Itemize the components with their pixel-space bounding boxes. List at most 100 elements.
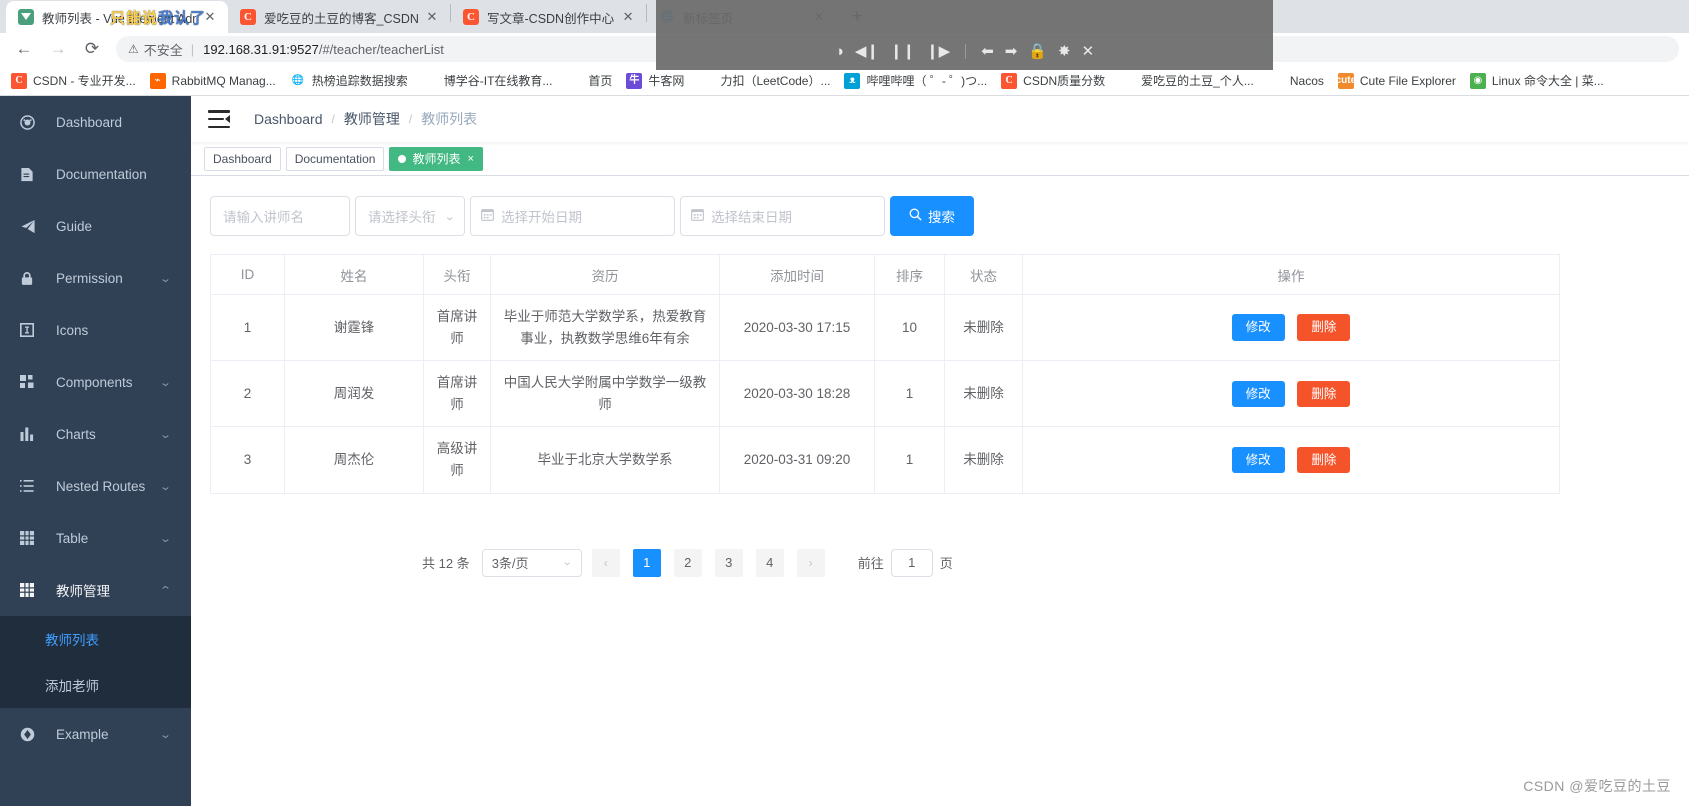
bookmark-label: RabbitMQ Manag... [171, 73, 276, 88]
sidebar-item-documentation[interactable]: Documentation [0, 148, 191, 200]
breadcrumb: Dashboard / 教师管理 / 教师列表 [254, 109, 477, 129]
tag-teacher-list[interactable]: 教师列表 × [389, 146, 483, 171]
tab-close-icon[interactable]: ✕ [424, 9, 440, 25]
bookmark-item[interactable]: b 博学谷-IT在线教育... [415, 69, 560, 92]
hamburger-line [208, 117, 224, 121]
sidebar-item-table[interactable]: Table ⌄ [0, 512, 191, 564]
edit-button[interactable]: 修改 [1231, 314, 1285, 341]
delete-button[interactable]: 删除 [1297, 446, 1351, 474]
cell-name: 谢霆锋 [284, 294, 424, 362]
sidebar-item-nested-routes[interactable]: Nested Routes ⌄ [0, 460, 191, 512]
page-size-select[interactable]: 3条/页 ⌄ [481, 548, 582, 577]
table-row[interactable]: 2 周润发 首席讲师 中国人民大学附属中学数学一级教师 2020-03-30 1… [210, 360, 1560, 428]
edit-button[interactable]: 修改 [1231, 380, 1285, 408]
dashboard-icon [20, 114, 42, 130]
pagination-prev-button[interactable]: ‹ [591, 548, 620, 577]
bookmark-item[interactable]: ⌁ RabbitMQ Manag... [143, 70, 283, 92]
bookmark-label: 爱吃豆的土豆_个人... [1141, 74, 1254, 88]
bookmark-item[interactable]: [·] 爱吃豆的土豆_个人... [1112, 69, 1261, 92]
bookmark-item[interactable]: ⟆ 力扣（LeetCode）... [691, 69, 837, 92]
next-track-icon[interactable]: ❙▶ [926, 44, 950, 59]
begin-date-input[interactable]: 选择开始日期 [470, 196, 675, 236]
pagination-next-button[interactable]: › [796, 548, 825, 577]
teacher-name-input[interactable]: 请输入讲师名 [210, 196, 350, 236]
browser-tab-1[interactable]: C 爱吃豆的土豆的博客_CSDN博客 ✕ [228, 1, 450, 33]
cell-resume: 毕业于师范大学数学系，热爱教育事业，执教数学思维6年有余 [490, 294, 720, 362]
delete-button[interactable]: 删除 [1297, 314, 1351, 341]
sidebar-item-dashboard[interactable]: Dashboard [0, 96, 191, 148]
column-header-create-time: 添加时间 [719, 254, 875, 295]
browser-tab-2[interactable]: C 写文章-CSDN创作中心 ✕ [451, 1, 646, 33]
step-back-icon[interactable]: ⬅ [981, 44, 994, 59]
bookmark-item[interactable]: C CSDN质量分数 [994, 69, 1112, 92]
gear-icon[interactable]: ✸ [1058, 44, 1071, 59]
cell-resume: 中国人民大学附属中学数学一级教师 [490, 360, 720, 428]
pagination-page-1[interactable]: 1 [632, 548, 661, 577]
browser-tab-title: 写文章-CSDN创作中心 [487, 11, 615, 26]
tab-close-icon[interactable]: ✕ [620, 9, 636, 25]
collapse-menu-icon[interactable] [208, 110, 230, 128]
tag-dashboard[interactable]: Dashboard [204, 146, 281, 171]
hamburger-line [208, 125, 230, 128]
bookmark-item[interactable]: ◉ Linux 命令大全 | 菜... [1463, 69, 1611, 92]
cell-id: 3 [210, 426, 285, 494]
breadcrumb-item-teacher-management[interactable]: 教师管理 [344, 109, 400, 129]
edit-button[interactable]: 修改 [1231, 446, 1285, 474]
bookmark-item[interactable]: ᴥ 哔哩哔哩（ ゜- ゜)つ... [837, 69, 994, 92]
cell-level: 首席讲师 [423, 360, 491, 428]
delete-button[interactable]: 删除 [1297, 380, 1351, 408]
tag-documentation[interactable]: Documentation [285, 146, 385, 171]
bookmark-item[interactable]: 牛牛客网 [619, 69, 691, 92]
back-icon[interactable]: ← [10, 35, 38, 63]
cell-name: 周润发 [284, 360, 424, 428]
media-control-overlay: ◑ ◀❙ ❙❙ ❙▶ ⬅ ➡ 🔒 ✸ ✕ [656, 0, 1273, 70]
sidebar-item-components[interactable]: Components ⌄ [0, 356, 191, 408]
sidebar-item-guide[interactable]: Guide [0, 200, 191, 252]
cell-sort: 1 [874, 426, 945, 494]
cell-id: 1 [210, 294, 285, 362]
watermark: CSDN @爱吃豆的土豆 [1523, 778, 1671, 794]
page-size-value: 3条/页 [491, 556, 529, 572]
search-button[interactable]: 搜索 [890, 196, 974, 236]
collapse-arrow-icon [225, 115, 230, 123]
example-icon [20, 727, 42, 742]
bookmark-item[interactable]: co Nacos [1261, 70, 1331, 92]
sidebar-subitem-add-teacher[interactable]: 添加老师 [0, 662, 191, 708]
active-dot-icon [398, 154, 407, 163]
sidebar-item-example[interactable]: Example ⌄ [0, 708, 191, 760]
teacher-table-wrapper: ID 姓名 头衔 资历 添加时间 排序 状态 操作 1 谢霆锋 首席讲师 毕业于… [191, 254, 1689, 494]
table-row[interactable]: 1 谢霆锋 首席讲师 毕业于师范大学数学系，热爱教育事业，执教数学思维6年有余 … [210, 294, 1560, 362]
lock-icon[interactable]: 🔒 [1028, 44, 1047, 59]
sidebar-subitem-teacher-list[interactable]: 教师列表 [0, 616, 191, 662]
forward-icon[interactable]: → [44, 35, 72, 63]
sidebar-item-teacher-management[interactable]: 教师管理 ⌃ [0, 564, 191, 616]
bookmark-item[interactable]: 🌐 热榜追踪数据搜索 [283, 69, 415, 92]
pagination-page-4[interactable]: 4 [755, 548, 784, 577]
chevron-down-icon: ⌄ [159, 480, 172, 493]
jump-page-input[interactable]: 1 [890, 548, 933, 577]
leetcode-icon: ⟆ [704, 74, 709, 86]
reload-icon[interactable]: ⟳ [78, 35, 106, 63]
bookmark-item[interactable]: cute Cute File Explorer [1331, 70, 1463, 92]
close-icon[interactable]: ✕ [1082, 44, 1095, 59]
bookmark-item[interactable]: ◑ 首页 [559, 69, 619, 92]
chevron-down-icon: ⌄ [159, 428, 172, 441]
breadcrumb-item-dashboard[interactable]: Dashboard [254, 111, 323, 127]
sidebar-item-permission[interactable]: Permission ⌄ [0, 252, 191, 304]
sidebar-item-charts[interactable]: Charts ⌄ [0, 408, 191, 460]
end-date-input[interactable]: 选择结束日期 [680, 196, 885, 236]
step-forward-icon[interactable]: ➡ [1005, 44, 1018, 59]
close-icon[interactable]: × [467, 153, 473, 165]
bookmark-item[interactable]: C CSDN - 专业开发... [4, 69, 143, 92]
table-row[interactable]: 3 周杰伦 高级讲师 毕业于北京大学数学系 2020-03-31 09:20 1… [210, 426, 1560, 494]
prev-track-icon[interactable]: ◀❙ [855, 44, 879, 59]
chevron-down-icon: ⌄ [159, 272, 172, 285]
teacher-level-select[interactable]: 请选择头衔 ⌄ [355, 196, 465, 236]
sidebar-item-icons[interactable]: Icons [0, 304, 191, 356]
lock-icon [20, 271, 42, 286]
power-icon[interactable]: ◑ [835, 44, 844, 59]
bookmark-label: 哔哩哔哩（ ゜- ゜)つ... [866, 74, 988, 88]
pagination-page-2[interactable]: 2 [673, 548, 702, 577]
pause-icon[interactable]: ❙❙ [890, 44, 915, 59]
pagination-page-3[interactable]: 3 [714, 548, 743, 577]
